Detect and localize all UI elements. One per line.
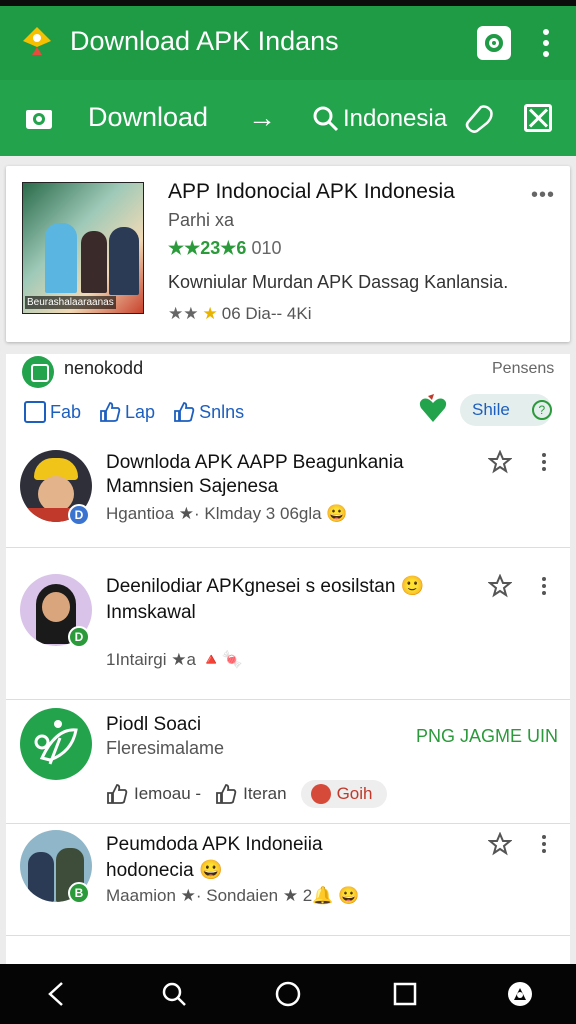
chip-label: Snlns bbox=[199, 401, 245, 422]
featured-app-card[interactable]: Beurashalaaraanas APP Indonocial APK Ind… bbox=[6, 166, 570, 342]
meta-star-yellow: ★ bbox=[202, 304, 218, 323]
meta-text: 06 Dia-- 4Ki bbox=[221, 304, 312, 323]
recents-icon[interactable] bbox=[392, 980, 418, 1008]
promo-item[interactable]: Piodl Soaci Fleresimalame PNG JAGME UIN … bbox=[6, 700, 570, 824]
item-title-line1: Piodl Soaci bbox=[106, 714, 202, 735]
item-menu-icon[interactable] bbox=[540, 452, 548, 472]
action-like[interactable]: Iemoau - bbox=[106, 783, 201, 805]
chip-label: Fab bbox=[50, 401, 82, 422]
share-button[interactable]: Shile ? bbox=[460, 394, 552, 426]
app-feed: nenokodd Pensens Fab Lap Snlns Shile ? D… bbox=[6, 354, 570, 964]
promo-actions: Iemoau - Iteran Goih bbox=[106, 780, 387, 808]
app-badge: B bbox=[68, 882, 90, 904]
feed-header-title: nenokodd bbox=[64, 358, 144, 378]
close-icon[interactable] bbox=[524, 104, 552, 132]
item-title-line1: Peumdoda APK Indoneiia bbox=[106, 834, 323, 855]
app-title: Download APK Indans bbox=[70, 26, 339, 56]
item-menu-icon[interactable] bbox=[540, 834, 548, 854]
featured-app-meta: ★★ ★ 06 Dia-- 4Ki bbox=[168, 304, 312, 324]
search-icon[interactable] bbox=[160, 980, 188, 1008]
app-badge: D bbox=[68, 504, 90, 526]
store-icon[interactable] bbox=[477, 26, 511, 60]
overflow-menu-icon[interactable] bbox=[534, 28, 558, 58]
item-subtitle: 1Intairgi ★a 🔺🍬 bbox=[106, 650, 243, 669]
item-title-line1: Deenilodiar APKgnesei s eosilstan 🙂 bbox=[106, 576, 425, 597]
promo-status[interactable]: PNG JAGME UIN bbox=[416, 726, 558, 747]
featured-app-description: Kowniular Murdan APK Dassag Kanlansia. bbox=[168, 272, 509, 292]
app-logo-icon bbox=[23, 27, 51, 55]
chip-snlns[interactable]: Snlns bbox=[173, 401, 244, 423]
featured-app-thumbnail: Beurashalaaraanas bbox=[22, 182, 144, 314]
item-title-line1: Downloda APK AAPP Beagunkania bbox=[106, 452, 404, 473]
leaf-logo-icon bbox=[34, 720, 78, 765]
featured-app-developer: Parhi xa bbox=[168, 210, 235, 230]
heart-icon[interactable] bbox=[418, 392, 448, 424]
thumbs-up-icon bbox=[100, 402, 121, 422]
list-item[interactable]: D Deenilodiar APKgnesei s eosilstan 🙂 In… bbox=[6, 564, 570, 700]
thumbs-up-icon bbox=[174, 402, 195, 422]
item-title-line2: Fleresimalame bbox=[106, 738, 225, 758]
home-icon[interactable] bbox=[274, 980, 302, 1008]
camera-search-icon[interactable] bbox=[24, 104, 54, 132]
item-title-line2: Mamnsien Sajenesa bbox=[106, 476, 279, 497]
back-icon[interactable] bbox=[44, 980, 68, 1008]
meta-stars: ★★ bbox=[168, 304, 199, 323]
download-button[interactable]: Download bbox=[88, 102, 208, 133]
featured-app-title: APP Indonocial APK Indonesia bbox=[168, 180, 455, 203]
list-item[interactable]: B Peumdoda APK Indoneiia hodonecia 😀 Maa… bbox=[6, 824, 570, 936]
help-icon: ? bbox=[531, 400, 552, 420]
share-label: Shile bbox=[472, 400, 510, 419]
feed-header-right[interactable]: Pensens bbox=[492, 360, 554, 378]
tag-icon[interactable] bbox=[463, 103, 495, 135]
app-badge: D bbox=[68, 626, 90, 648]
arrow-right-icon[interactable]: → bbox=[248, 104, 276, 132]
feed-header-icon bbox=[22, 356, 54, 388]
search-query-text[interactable]: Indonesia bbox=[343, 105, 447, 133]
favorite-star-icon[interactable] bbox=[488, 450, 512, 474]
promo-dot-icon bbox=[310, 784, 331, 804]
action-share[interactable]: Iteran bbox=[215, 783, 287, 805]
chip-lap[interactable]: Lap bbox=[99, 401, 155, 423]
action-like-label: Iemoau - bbox=[134, 784, 202, 803]
rating-extra: 010 bbox=[251, 238, 282, 258]
system-nav-bar bbox=[0, 964, 576, 1024]
chip-fab[interactable]: Fab bbox=[24, 401, 81, 423]
action-share-label: Iteran bbox=[243, 784, 287, 803]
rating-text: ★★23★6 bbox=[168, 238, 247, 258]
item-subtitle: Hgantioa ★· Klmday 3 06gla 😀 bbox=[106, 504, 348, 523]
favorite-star-icon[interactable] bbox=[488, 574, 512, 598]
thumbs-up-icon bbox=[107, 784, 128, 804]
item-subtitle: Maamion ★· Sondaien ★ 2🔔 😀 bbox=[106, 886, 360, 905]
item-menu-icon[interactable] bbox=[540, 576, 548, 596]
avatar bbox=[20, 708, 92, 780]
favorite-star-icon[interactable] bbox=[488, 832, 512, 856]
app-bar: Download APK Indans bbox=[0, 6, 576, 80]
assistant-icon[interactable] bbox=[506, 980, 534, 1008]
chip-label: Lap bbox=[125, 401, 156, 422]
filter-chips: Fab Lap Snlns bbox=[24, 394, 244, 430]
item-title-line2: hodonecia 😀 bbox=[106, 860, 223, 881]
square-icon bbox=[24, 401, 46, 423]
item-title-line2: Inmskawal bbox=[106, 602, 196, 623]
share-icon bbox=[216, 784, 237, 804]
promo-pill-label: Goih bbox=[336, 784, 373, 803]
thumbnail-caption: Beurashalaaraanas bbox=[25, 296, 116, 309]
search-icon[interactable] bbox=[312, 105, 340, 133]
more-options-icon[interactable]: ••• bbox=[531, 184, 555, 207]
promo-pill-button[interactable]: Goih bbox=[300, 780, 387, 808]
featured-app-rating: ★★23★6 010 bbox=[168, 238, 282, 259]
list-item[interactable]: D Downloda APK AAPP Beagunkania Mamnsien… bbox=[6, 438, 570, 548]
action-toolbar: Download → Indonesia bbox=[0, 80, 576, 156]
